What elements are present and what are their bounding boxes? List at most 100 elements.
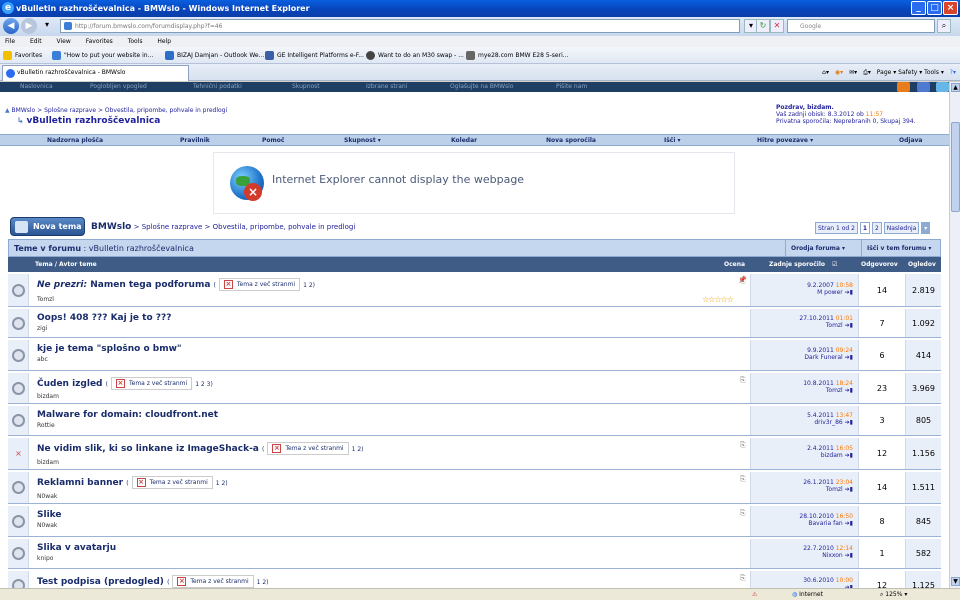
topic-author[interactable]: bizdam xyxy=(37,459,59,466)
topnav-link[interactable]: Izbrane strani xyxy=(366,82,407,92)
topic-title[interactable]: Oops! 408 ??? Kaj je to ??? xyxy=(37,313,171,323)
site-name[interactable]: BMWslo xyxy=(91,222,131,232)
go-to-post-icon[interactable]: ➔▮ xyxy=(845,452,853,459)
multipage-badge[interactable]: × Tema z več stranmi xyxy=(131,476,213,489)
last-post-user[interactable]: Dark Funeral xyxy=(804,354,842,361)
topic-author[interactable]: abc xyxy=(37,356,48,363)
menu-favorites[interactable]: Favorites xyxy=(86,38,113,45)
favorite-item[interactable]: BIZAJ Damjan - Outlook We... xyxy=(165,47,264,64)
topic-title[interactable]: Čuden izgled (× Tema z več stranmi 1 2 3) xyxy=(37,377,213,390)
forward-button[interactable]: ▶ xyxy=(21,18,37,34)
menu-view[interactable]: View xyxy=(57,38,71,45)
last-post-user[interactable]: driv3r_86 xyxy=(814,419,842,426)
col-replies[interactable]: Odgovorov xyxy=(861,257,898,272)
scroll-thumb[interactable] xyxy=(951,122,960,212)
topic-title[interactable]: Malware for domain: cloudfront.net xyxy=(37,410,218,420)
print-icon[interactable]: ⎙▾ xyxy=(863,69,871,76)
menu-edit[interactable]: Edit xyxy=(30,38,42,45)
menu-help[interactable]: Help xyxy=(157,38,171,45)
topnav-link[interactable]: Poglobljen vpogled xyxy=(90,82,147,92)
page-1[interactable]: 1 xyxy=(859,222,871,234)
topic-title[interactable]: kje je tema "splošno o bmw" xyxy=(37,344,182,354)
favorite-item[interactable]: "How to put your website in... xyxy=(52,47,153,64)
last-post-user[interactable]: Tomzl xyxy=(826,387,843,394)
vertical-scrollbar[interactable]: ▲ ▼ xyxy=(949,82,960,588)
go-to-post-icon[interactable]: ➔▮ xyxy=(845,552,853,559)
go-to-post-icon[interactable]: ➔▮ xyxy=(845,419,853,426)
facebook-icon[interactable] xyxy=(917,82,930,92)
zoom-level[interactable]: ⌕ 125% ▾ xyxy=(880,589,907,600)
topic-title[interactable]: Ne vidim slik, ki so linkane iz ImageSha… xyxy=(37,442,363,455)
topic-title[interactable]: Test podpisa (predogled) (× Tema z več st… xyxy=(37,575,269,588)
address-bar[interactable]: http://forum.bmwslo.com/forumdisplay.php… xyxy=(60,19,740,33)
nav-dashboard[interactable]: Nadzorna plošča xyxy=(47,135,103,146)
topnav-link[interactable]: Tehnični podatki xyxy=(193,82,242,92)
multipage-badge[interactable]: × Tema z več stranmi xyxy=(218,278,301,291)
topic-title[interactable]: Reklamni banner (× Tema z več stranmi 1 2) xyxy=(37,476,228,489)
topic-author[interactable]: zigi xyxy=(37,325,47,332)
search-button[interactable]: ⌕ xyxy=(937,19,951,33)
topic-title[interactable]: Slike xyxy=(37,510,62,520)
topnav-link[interactable]: Naslovnica xyxy=(20,82,53,92)
favorite-item[interactable]: mye28.com BMW E28 5-seri... xyxy=(466,47,568,64)
topnav-link[interactable]: Oglašujte na BMWslo xyxy=(450,82,514,92)
nav-help[interactable]: Pomoč xyxy=(262,135,284,146)
col-last-post[interactable]: Zadnje sporočilo xyxy=(769,257,825,272)
last-post-user[interactable]: Tomzl xyxy=(826,322,843,329)
stop-icon[interactable]: ✕ xyxy=(770,19,784,33)
go-to-post-icon[interactable]: ➔▮ xyxy=(845,289,853,296)
favorite-item[interactable]: Want to do an M30 swap - ... xyxy=(366,47,464,64)
page-links[interactable]: 1 2) xyxy=(303,282,315,289)
nav-search[interactable]: Išči ▾ xyxy=(664,135,681,146)
topic-author[interactable]: N0wak xyxy=(37,493,57,500)
topic-author[interactable]: N0wak xyxy=(37,522,57,529)
last-post-user[interactable]: Tomzl xyxy=(826,486,843,493)
last-post-user[interactable]: bizdam xyxy=(821,452,843,459)
page-links[interactable]: 1 2 3) xyxy=(195,381,213,388)
page-2[interactable]: 2 xyxy=(871,222,882,234)
nav-quick-links[interactable]: Hitre povezave ▾ xyxy=(757,135,813,146)
reply-count[interactable]: 7 xyxy=(858,309,905,337)
topic-author[interactable]: knipo xyxy=(37,555,53,562)
topic-title[interactable]: Slika v avatarju xyxy=(37,543,116,553)
nav-calendar[interactable]: Koledar xyxy=(451,135,477,146)
topic-author[interactable]: Tomzl xyxy=(37,296,54,303)
search-input[interactable]: Google xyxy=(787,19,935,33)
menu-file[interactable]: File xyxy=(5,38,15,45)
reply-count[interactable]: 3 xyxy=(858,406,905,435)
history-dropdown-icon[interactable]: ▾ xyxy=(40,19,54,33)
maximize-button[interactable]: □ xyxy=(927,1,942,15)
nav-community[interactable]: Skupnost ▾ xyxy=(344,135,381,146)
private-messages[interactable]: Privatna sporočila: Neprebranih 0, Skupa… xyxy=(776,118,916,125)
menu-tools[interactable]: Tools xyxy=(128,38,143,45)
back-button[interactable]: ◀ xyxy=(3,18,19,34)
feeds-icon[interactable]: ◉▾ xyxy=(835,69,843,76)
col-rating[interactable]: Ocena xyxy=(724,257,745,272)
page-links[interactable]: 1 2) xyxy=(352,446,364,453)
reply-count[interactable]: 1 xyxy=(858,539,905,568)
scroll-down-icon[interactable]: ▼ xyxy=(951,577,960,586)
go-to-post-icon[interactable]: ➔▮ xyxy=(845,520,853,527)
next-page[interactable]: Naslednja xyxy=(883,222,920,234)
home-icon[interactable]: ⌂▾ xyxy=(822,69,829,76)
close-button[interactable]: × xyxy=(943,1,958,15)
reply-count[interactable]: 12 xyxy=(858,438,905,469)
reply-count[interactable]: 23 xyxy=(858,373,905,403)
refresh-icon[interactable]: ↻ xyxy=(756,19,770,33)
minimize-button[interactable]: _ xyxy=(911,1,926,15)
last-post-user[interactable]: Bavaria fan xyxy=(808,520,842,527)
col-views[interactable]: Ogledov xyxy=(908,257,936,272)
col-topic[interactable]: Tema / Avtor teme xyxy=(35,257,97,272)
help-icon[interactable]: ?▾ xyxy=(950,69,956,76)
last-post-user[interactable]: Nixxon xyxy=(822,552,843,559)
last-post-user[interactable]: M power xyxy=(817,289,843,296)
reply-count[interactable]: 6 xyxy=(858,340,905,370)
reply-count[interactable]: 12 xyxy=(858,571,905,588)
multipage-badge[interactable]: × Tema z več stranmi xyxy=(267,442,349,455)
search-forum-button[interactable]: Išči v tem forumu ▾ xyxy=(861,240,942,257)
tab-current[interactable]: vBulletin razhroščevalnica - BMWslo xyxy=(2,65,189,81)
nav-new-posts[interactable]: Nova sporočila xyxy=(546,135,596,146)
twitter-icon[interactable] xyxy=(936,82,949,92)
nav-rules[interactable]: Pravilnik xyxy=(180,135,210,146)
scroll-up-icon[interactable]: ▲ xyxy=(951,83,960,92)
